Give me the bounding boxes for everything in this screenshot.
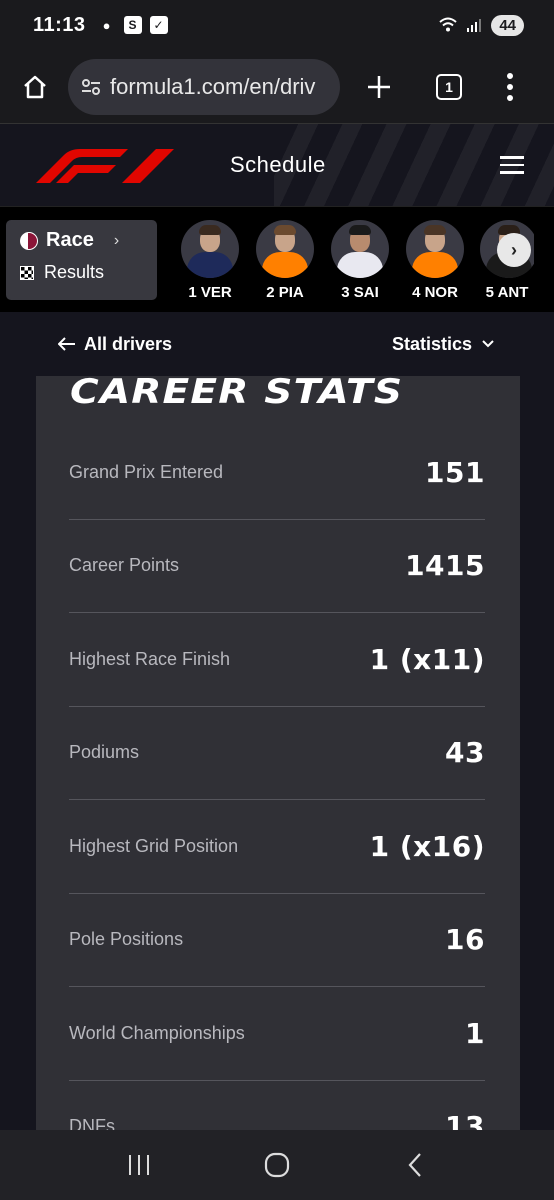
statistics-dropdown[interactable]: Statistics: [392, 334, 494, 355]
recent-apps-button[interactable]: [124, 1150, 154, 1180]
driver-subnav: All drivers Statistics: [0, 312, 554, 376]
driver-avatar: [181, 220, 239, 278]
stat-value: 151: [425, 455, 485, 489]
stat-label: Highest Grid Position: [69, 835, 239, 856]
stat-label: Podiums: [69, 742, 140, 763]
career-stats-title: CAREER STATS: [70, 376, 404, 412]
driver-result-2[interactable]: 2 PIA: [255, 220, 315, 301]
stat-label: Pole Positions: [69, 929, 184, 950]
stat-value: 43: [445, 736, 485, 770]
stat-row: Pole Positions 16: [69, 894, 485, 987]
browser-toolbar: formula1.com/en/driv 1: [0, 50, 554, 124]
qatar-flag-icon: [20, 231, 38, 250]
tab-switcher-button[interactable]: 1: [436, 73, 462, 100]
system-navigation-bar: [0, 1130, 554, 1200]
stat-label: Career Points: [69, 555, 180, 576]
driver-result-1[interactable]: 1 VER: [180, 220, 240, 301]
stat-value: 1 (x16): [369, 829, 485, 863]
career-stats-panel: CAREER STATS Grand Prix Entered 151 Caree…: [36, 376, 520, 1136]
stat-label: Grand Prix Entered: [69, 461, 224, 482]
driver-avatar: [256, 220, 314, 278]
stat-row: DNFs 13: [69, 1081, 485, 1136]
home-button[interactable]: [18, 70, 52, 104]
more-options-icon[interactable]: [506, 72, 514, 101]
driver-label: 2 PIA: [266, 284, 304, 301]
address-bar[interactable]: formula1.com/en/driv: [68, 58, 340, 115]
driver-result-3[interactable]: 3 SAI: [330, 220, 390, 301]
stat-value: 1 (x11): [369, 642, 485, 676]
site-settings-icon: [82, 78, 100, 95]
stat-row: Career Points 1415: [69, 520, 485, 613]
all-drivers-link[interactable]: All drivers: [58, 334, 172, 355]
results-label: Results: [44, 262, 105, 282]
race-results-strip: Race › Results 1 VER 2 PIA 3 SAI 4 NOR 5…: [0, 206, 554, 312]
chevron-right-icon: ›: [113, 231, 120, 249]
new-tab-button[interactable]: [364, 72, 394, 102]
app-notification-icon: S: [123, 16, 142, 34]
check-notification-icon: ✓: [149, 16, 168, 34]
back-system-button[interactable]: [400, 1150, 430, 1180]
home-icon: [24, 75, 46, 98]
plus-icon: [368, 75, 390, 98]
home-circle-icon: [264, 1152, 290, 1178]
race-card[interactable]: Race › Results: [6, 220, 157, 300]
stat-row: Grand Prix Entered 151: [69, 426, 485, 520]
status-time: 11:13: [33, 13, 86, 36]
chevron-right-icon: ›: [511, 239, 517, 260]
recent-apps-icon: [129, 1155, 149, 1175]
stat-value: 16: [445, 923, 485, 957]
hamburger-menu-icon[interactable]: [500, 156, 524, 174]
wifi-icon: [439, 16, 457, 34]
driver-label: 4 NOR: [412, 284, 458, 301]
stat-row: Highest Grid Position 1 (x16): [69, 800, 485, 894]
race-label: Race: [46, 229, 94, 251]
schedule-link[interactable]: Schedule: [230, 152, 326, 178]
driver-avatar: [331, 220, 389, 278]
battery-indicator: 44: [491, 14, 524, 36]
driver-avatar: [406, 220, 464, 278]
stat-label: Highest Race Finish: [69, 648, 231, 669]
career-stats-list: Grand Prix Entered 151 Career Points 1415 …: [69, 426, 485, 1136]
stat-row: World Championships 1: [69, 987, 485, 1081]
chevron-down-icon: [482, 340, 494, 348]
driver-label: 5 ANT: [485, 284, 529, 301]
all-drivers-label: All drivers: [84, 333, 173, 354]
scroll-right-button[interactable]: ›: [497, 233, 531, 267]
driver-result-4[interactable]: 4 NOR: [405, 220, 465, 301]
stat-row: Podiums 43: [69, 707, 485, 800]
home-system-button[interactable]: [262, 1150, 292, 1180]
arrow-left-icon: [58, 337, 75, 351]
status-bar: 11:13 ● S ✓ 44: [0, 0, 554, 50]
stat-label: World Championships: [69, 1022, 245, 1043]
f1-logo[interactable]: [36, 145, 176, 185]
signal-icon: [465, 16, 483, 34]
stat-row: Highest Race Finish 1 (x11): [69, 613, 485, 707]
stat-value: 1: [465, 1016, 485, 1050]
site-header: Schedule: [0, 124, 554, 206]
notification-icon: ●: [102, 17, 111, 33]
checkered-flag-icon: [20, 265, 34, 280]
driver-label: 1 VER: [188, 284, 232, 301]
stat-value: 1415: [405, 549, 485, 583]
statistics-label: Statistics: [391, 333, 472, 354]
url-text: formula1.com/en/driv: [110, 73, 316, 99]
back-chevron-icon: [408, 1153, 421, 1177]
driver-label: 3 SAI: [341, 284, 379, 301]
